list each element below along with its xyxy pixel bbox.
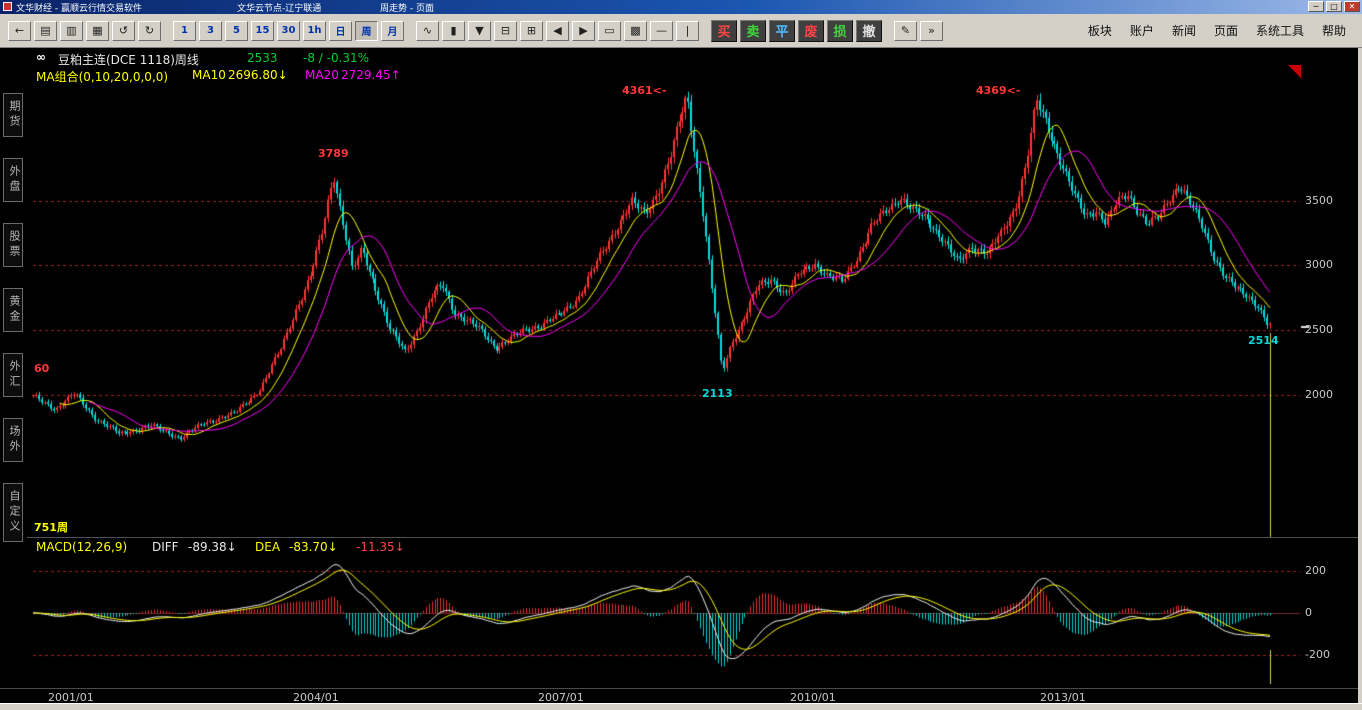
menu-news[interactable]: 新闻: [1172, 22, 1196, 39]
price-axis-label-3500: 3500: [1305, 194, 1333, 207]
period-button-30[interactable]: 30: [277, 21, 300, 41]
macd-hist-value: -11.35↓: [356, 540, 405, 554]
high-label-4361: 4361<-: [622, 84, 666, 97]
main-toolbar: ←▤▥▦↺↻ 13515301h日周月 ∿▮▼⊟⊞◀▶▭▩—| 买卖平废损撤 ✎» 板块…: [0, 14, 1362, 48]
prev-page-icon[interactable]: ◀: [546, 21, 569, 41]
grid-icon[interactable]: ▩: [624, 21, 647, 41]
period-button-月[interactable]: 月: [381, 21, 404, 41]
toolbar-separator: [702, 21, 711, 41]
bar-count: 751周: [34, 519, 68, 535]
menu-account[interactable]: 账户: [1130, 22, 1154, 39]
period-button-日[interactable]: 日: [329, 21, 352, 41]
macd-axis-label--200: -200: [1305, 648, 1330, 661]
zoom-out-icon[interactable]: ⊟: [494, 21, 517, 41]
panel-divider: [27, 537, 1358, 538]
report-icon[interactable]: ▥: [60, 21, 83, 41]
window-titlebar: 文华财经 - 赢顺云行情交易软件 文华云节点-辽宁联通 周走势 - 页面 ─□✕: [0, 0, 1362, 14]
ma10-label: MA10: [192, 68, 226, 82]
price-axis-label-2500: 2500: [1305, 323, 1333, 336]
print-icon[interactable]: ▦: [86, 21, 109, 41]
page-corner-marker[interactable]: [1288, 65, 1301, 78]
trade-button-sell[interactable]: 卖: [740, 20, 766, 42]
ma-group-label[interactable]: MA组合(0,10,20,0,0,0): [36, 68, 168, 85]
sidebar-tab-futures[interactable]: 期货: [3, 93, 23, 137]
trade-button-cancel[interactable]: 废: [798, 20, 824, 42]
ma10-value: 2696.80↓: [228, 68, 288, 82]
price-axis-label-3000: 3000: [1305, 258, 1333, 271]
trade-button-stop-loss[interactable]: 损: [827, 20, 853, 42]
sidebar-tab-forex[interactable]: 外汇: [3, 353, 23, 397]
window-controls: ─□✕: [1308, 1, 1360, 12]
sidebar-tab-external[interactable]: 外盘: [3, 158, 23, 202]
low-label-2113: 2113: [702, 387, 733, 400]
indicator-dropdown-icon[interactable]: ▼: [468, 21, 491, 41]
trade-button-close-position[interactable]: 平: [769, 20, 795, 42]
cloud-sync-icon[interactable]: ↻: [138, 21, 161, 41]
toolbar-separator: [885, 21, 894, 41]
restore-scale-icon[interactable]: ▭: [598, 21, 621, 41]
trading-app-window: 文华财经 - 赢顺云行情交易软件 文华云节点-辽宁联通 周走势 - 页面 ─□✕…: [0, 0, 1362, 710]
period-button-1h[interactable]: 1h: [303, 21, 326, 41]
menu-system-tools[interactable]: 系统工具: [1256, 22, 1304, 39]
sidebar-tab-custom[interactable]: 自定义: [3, 483, 23, 542]
period-button-5[interactable]: 5: [225, 21, 248, 41]
zoom-in-icon[interactable]: ⊞: [520, 21, 543, 41]
high-label-3789: 3789: [318, 147, 349, 160]
macd-dea-label: DEA: [255, 540, 280, 554]
last-price: 2533: [247, 51, 278, 65]
close-button[interactable]: ✕: [1344, 1, 1360, 12]
maximize-button[interactable]: □: [1326, 1, 1342, 12]
menu-page[interactable]: 页面: [1214, 22, 1238, 39]
sidebar-tab-otc[interactable]: 场外: [3, 418, 23, 462]
period-button-3[interactable]: 3: [199, 21, 222, 41]
toolbar-separator: [164, 21, 173, 41]
macd-axis-label-200: 200: [1305, 564, 1326, 577]
toolbar-menu: 板块 账户 新闻 页面 系统工具 帮助: [1088, 22, 1346, 39]
app-icon: [3, 2, 12, 11]
horizontal-line-icon[interactable]: —: [650, 21, 673, 41]
ma20-value: 2729.45↑: [341, 68, 401, 82]
menu-plates[interactable]: 板块: [1088, 22, 1112, 39]
macd-name[interactable]: MACD(12,26,9): [36, 540, 127, 554]
macd-diff-value: -89.38↓: [188, 540, 237, 554]
sidebar-tab-stocks[interactable]: 股票: [3, 223, 23, 267]
menu-help[interactable]: 帮助: [1322, 22, 1346, 39]
left-value-60: 60: [34, 362, 49, 375]
minimize-button[interactable]: ─: [1308, 1, 1324, 12]
more-tools-icon[interactable]: »: [920, 21, 943, 41]
vertical-line-icon[interactable]: |: [676, 21, 699, 41]
window-title-node: 文华云节点-辽宁联通: [237, 1, 321, 14]
trade-button-buy[interactable]: 买: [711, 20, 737, 42]
window-right-border: [1358, 48, 1362, 703]
price-change: -8 / -0.31%: [303, 51, 369, 65]
macd-axis-label-0: 0: [1305, 606, 1312, 619]
macd-dea-value: -83.70↓: [289, 540, 338, 554]
window-title-page: 周走势 - 页面: [380, 1, 434, 14]
draw-tool-icon[interactable]: ✎: [894, 21, 917, 41]
pages-icon[interactable]: ▤: [34, 21, 57, 41]
period-button-15[interactable]: 15: [251, 21, 274, 41]
period-button-周[interactable]: 周: [355, 21, 378, 41]
price-axis-label-2000: 2000: [1305, 388, 1333, 401]
refresh-icon[interactable]: ↺: [112, 21, 135, 41]
high-label-4369: 4369<-: [976, 84, 1020, 97]
wenhua-logo-icon: ∞: [36, 50, 46, 64]
next-page-icon[interactable]: ▶: [572, 21, 595, 41]
tick-chart-icon[interactable]: ∿: [416, 21, 439, 41]
macd-diff-label: DIFF: [152, 540, 179, 554]
toolbar-separator: [407, 21, 416, 41]
status-bar: [0, 703, 1362, 710]
candle-chart-icon[interactable]: ▮: [442, 21, 465, 41]
back-icon[interactable]: ←: [8, 21, 31, 41]
window-title-app: 文华财经 - 赢顺云行情交易软件: [16, 1, 142, 14]
symbol-title[interactable]: 豆粕主连(DCE 1118)周线: [58, 51, 199, 68]
ma20-label: MA20: [305, 68, 339, 82]
toolbar-buttons: ←▤▥▦↺↻ 13515301h日周月 ∿▮▼⊟⊞◀▶▭▩—| 买卖平废损撤 ✎»: [8, 20, 946, 42]
sidebar-tab-gold[interactable]: 黄金: [3, 288, 23, 332]
time-axis: 2001/012004/012007/012010/012013/01: [0, 688, 1362, 703]
trade-button-revoke[interactable]: 撤: [856, 20, 882, 42]
price-chart-canvas[interactable]: [0, 0, 1362, 710]
low-label-2514: 2514: [1248, 334, 1279, 347]
period-button-1[interactable]: 1: [173, 21, 196, 41]
